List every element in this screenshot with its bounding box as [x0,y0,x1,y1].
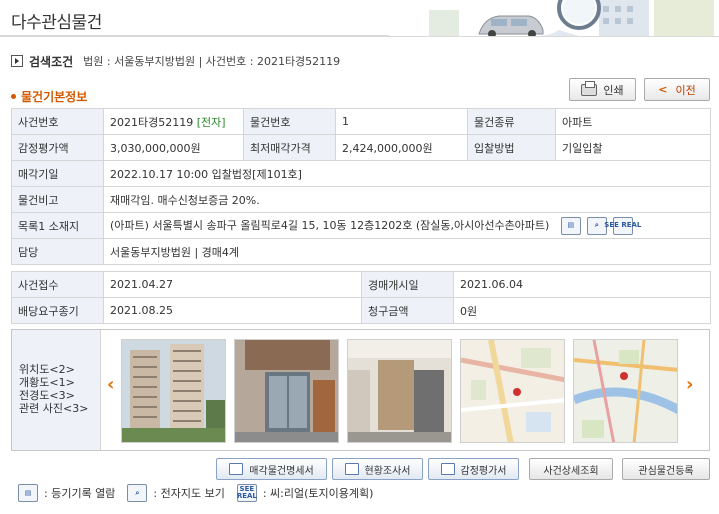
sale-statement-button[interactable]: 매각물건명세서 [216,458,327,480]
claim-value: 0원 [453,297,711,324]
remarks-label: 물건비고 [11,186,104,213]
case-detail-label: 사건상세조회 [543,465,599,477]
item-type-value: 아파트 [555,108,711,135]
remarks-value: 재매각임. 매수신청보증금 20%. [103,186,711,213]
status-report-button[interactable]: 현황조사서 [332,458,423,480]
start-value: 2021.06.04 [453,271,711,298]
header-illustration [389,0,719,36]
deadline-label: 배당요구종기 [11,297,104,324]
page-title: 다수관심물건 [11,13,102,33]
section-title-label: 물건기본정보 [21,90,88,104]
manager-label: 담당 [11,238,104,265]
prev-button[interactable]: < 이전 [644,78,710,101]
map-search-icon: ⌕ [127,484,148,502]
photo-gallery: 위치도<2> 개황도<1> 전경도<3> 관련 사진<3> ‹ › [11,329,710,451]
legend-map-text: 전자지도 보기 [160,487,225,500]
item-no-label: 물건번호 [243,108,336,135]
case-detail-button[interactable]: 사건상세조회 [529,458,613,480]
item-type-label: 물건종류 [467,108,556,135]
arrow-right-icon [11,55,23,67]
table-row: 사건접수 2021.04.27 경매개시일 2021.06.04 [11,271,711,298]
case-no-label: 사건번호 [11,108,104,135]
icon-legend: ▤ : 등기기록 열람 ⌕ : 전자지도 보기 SEE REAL : 씨:리얼(… [18,483,385,503]
printer-icon [581,80,598,96]
search-condition: 검색조건 법원 : 서울동부지방법원 | 사건번호 : 2021타경52119 [11,52,340,70]
table-row: 배당요구종기 2021.08.25 청구금액 0원 [11,297,711,324]
document-icon [440,463,455,475]
address-cell: (아파트) 서울특별시 송파구 올림픽로4길 15, 10동 12층1202호 … [103,212,711,239]
table-row: 감정평가액 3,030,000,000원 최저매각가격 2,424,000,00… [11,134,711,161]
address-label: 목록1 소재지 [11,212,104,239]
received-label: 사건접수 [11,271,104,298]
see-real-icon[interactable]: SEE REAL [604,216,641,235]
deadline-value: 2021.08.25 [103,297,362,324]
next-photo-arrow-icon[interactable]: › [686,374,693,395]
case-no-value: 2021타경52119 [110,115,194,129]
photo-thumb-map-detail[interactable] [460,339,565,443]
register-interest-button[interactable]: 관심물건등록 [622,458,710,480]
claim-label: 청구금액 [361,297,454,324]
schedule-table: 사건접수 2021.04.27 경매개시일 2021.06.04 배당요구종기 … [11,271,711,324]
registry-icon[interactable]: ▤ [560,216,581,235]
photo-category-related[interactable]: 관련 사진<3> [19,402,100,415]
print-button-label: 인쇄 [603,83,624,97]
address-value: (아파트) 서울특별시 송파구 올림픽로4길 15, 10동 12층1202호 … [110,218,550,232]
table-row: 물건비고 재매각임. 매수신청보증금 20%. [11,186,711,213]
photo-thumb-map-overview[interactable] [573,339,678,443]
manager-value: 서울동부지방법원 | 경매4계 [103,238,711,265]
photo-thumb-entrance[interactable] [234,339,339,443]
search-condition-label: 검색조건 [29,54,74,69]
photo-thumb-interior[interactable] [347,339,452,443]
photo-thumb-apartment[interactable] [121,339,226,443]
min-price-value: 2,424,000,000원 [335,134,468,161]
print-button[interactable]: 인쇄 [569,78,636,101]
prev-photo-arrow-icon[interactable]: ‹ [107,374,114,395]
status-report-label: 현황조사서 [364,465,411,477]
search-condition-text: 법원 : 서울동부지방법원 | 사건번호 : 2021타경52119 [83,55,341,68]
legend-registry: : 등기기록 열람 [44,487,116,500]
see-real-icon: SEE REAL [236,484,257,502]
prev-button-label: 이전 [675,83,696,97]
appraisal-label: 감정평가액 [11,134,104,161]
item-no-value: 1 [335,108,468,135]
section-title: 물건기본정보 [11,88,87,105]
table-row: 사건번호 2021타경52119 [전자] 물건번호 1 물건종류 아파트 [11,108,711,135]
appraisal-report-label: 감정평가서 [460,465,507,477]
case-no-cell: 2021타경52119 [전자] [103,108,244,135]
photo-category-exterior[interactable]: 전경도<3> [19,389,100,402]
chevron-left-icon: < [658,83,668,96]
basic-info-table: 사건번호 2021타경52119 [전자] 물건번호 1 물건종류 아파트 감정… [11,108,711,265]
legend-map: : 전자지도 보기 [153,487,225,500]
table-row: 매각기일 2022.10.17 10:00 입찰법정[제101호] [11,160,711,187]
legend-real-text: 씨:리얼(토지이용계획) [270,487,374,500]
bid-method-value: 기일입찰 [555,134,711,161]
legend-real: : 씨:리얼(토지이용계획) [262,487,374,500]
register-interest-label: 관심물건등록 [638,465,694,477]
received-value: 2021.04.27 [103,271,362,298]
document-icon [344,463,359,475]
registry-icon: ▤ [18,484,38,502]
photo-category-location[interactable]: 위치도<2> [19,363,100,376]
appraisal-value: 3,030,000,000원 [103,134,244,161]
photo-category-overview[interactable]: 개황도<1> [19,376,100,389]
table-row: 담당 서울동부지방법원 | 경매4계 [11,238,711,265]
bid-method-label: 입찰방법 [467,134,556,161]
document-icon [229,463,244,475]
min-price-label: 최저매각가격 [243,134,336,161]
bullet-icon [11,94,16,99]
photo-category-list: 위치도<2> 개황도<1> 전경도<3> 관련 사진<3> [12,330,101,450]
table-row: 목록1 소재지 (아파트) 서울특별시 송파구 올림픽로4길 15, 10동 1… [11,212,711,239]
start-label: 경매개시일 [361,271,454,298]
legend-registry-text: 등기기록 열람 [51,487,116,500]
sale-statement-label: 매각물건명세서 [249,465,314,477]
electronic-badge: [전자] [196,115,226,129]
sale-date-value: 2022.10.17 10:00 입찰법정[제101호] [103,160,711,187]
page-header: 다수관심물건 [0,0,719,37]
sale-date-label: 매각기일 [11,160,104,187]
appraisal-report-button[interactable]: 감정평가서 [428,458,519,480]
